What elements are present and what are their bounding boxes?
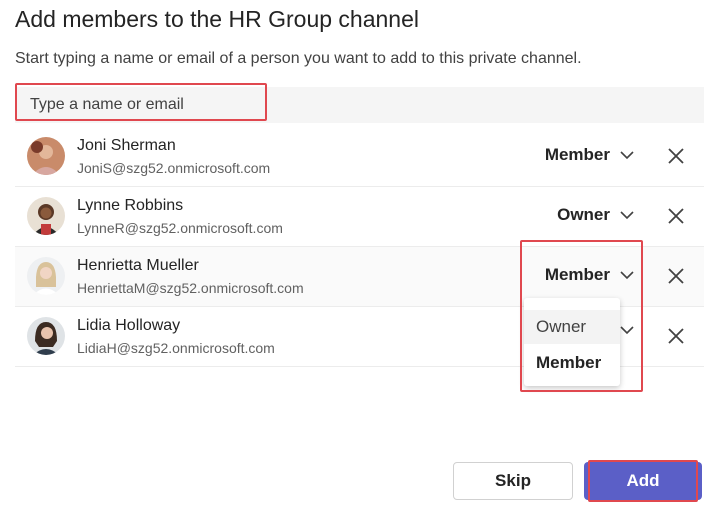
close-icon[interactable] xyxy=(666,146,686,166)
role-label: Member xyxy=(544,145,610,164)
avatar xyxy=(27,137,65,175)
chevron-down-icon xyxy=(620,151,634,160)
role-label: Member xyxy=(544,265,610,284)
skip-button[interactable]: Skip xyxy=(453,462,573,500)
role-label: Owner xyxy=(557,205,610,224)
role-select[interactable]: Member xyxy=(545,145,634,165)
chevron-down-icon xyxy=(620,211,634,220)
dialog-title: Add members to the HR Group channel xyxy=(15,6,419,32)
role-option-owner[interactable]: Owner xyxy=(524,310,620,344)
member-name: Joni Sherman xyxy=(77,137,176,154)
search-box xyxy=(15,87,704,123)
member-name: Lynne Robbins xyxy=(77,197,184,214)
add-button[interactable]: Add xyxy=(584,462,702,500)
avatar xyxy=(27,257,65,295)
member-name: Henrietta Mueller xyxy=(77,257,199,274)
member-email: LidiaH@szg52.onmicrosoft.com xyxy=(77,340,275,356)
close-icon[interactable] xyxy=(666,206,686,226)
member-email: JoniS@szg52.onmicrosoft.com xyxy=(77,160,271,176)
role-dropdown-menu: Owner Member xyxy=(524,298,620,386)
avatar xyxy=(27,197,65,235)
avatar xyxy=(27,317,65,355)
member-name: Lidia Holloway xyxy=(77,317,181,334)
role-select[interactable]: Owner xyxy=(557,205,634,225)
search-input[interactable] xyxy=(15,87,704,123)
dialog-subtitle: Start typing a name or email of a person… xyxy=(15,50,582,67)
member-row: Lynne Robbins LynneR@szg52.onmicrosoft.c… xyxy=(15,187,704,247)
chevron-down-icon xyxy=(620,271,634,280)
close-icon[interactable] xyxy=(666,266,686,286)
close-icon[interactable] xyxy=(666,326,686,346)
member-email: HenriettaM@szg52.onmicrosoft.com xyxy=(77,280,304,296)
member-row: Joni Sherman JoniS@szg52.onmicrosoft.com… xyxy=(15,127,704,187)
role-select[interactable]: Member xyxy=(545,265,634,285)
role-option-member[interactable]: Member xyxy=(524,346,620,380)
chevron-down-icon xyxy=(620,326,634,335)
member-email: LynneR@szg52.onmicrosoft.com xyxy=(77,220,283,236)
